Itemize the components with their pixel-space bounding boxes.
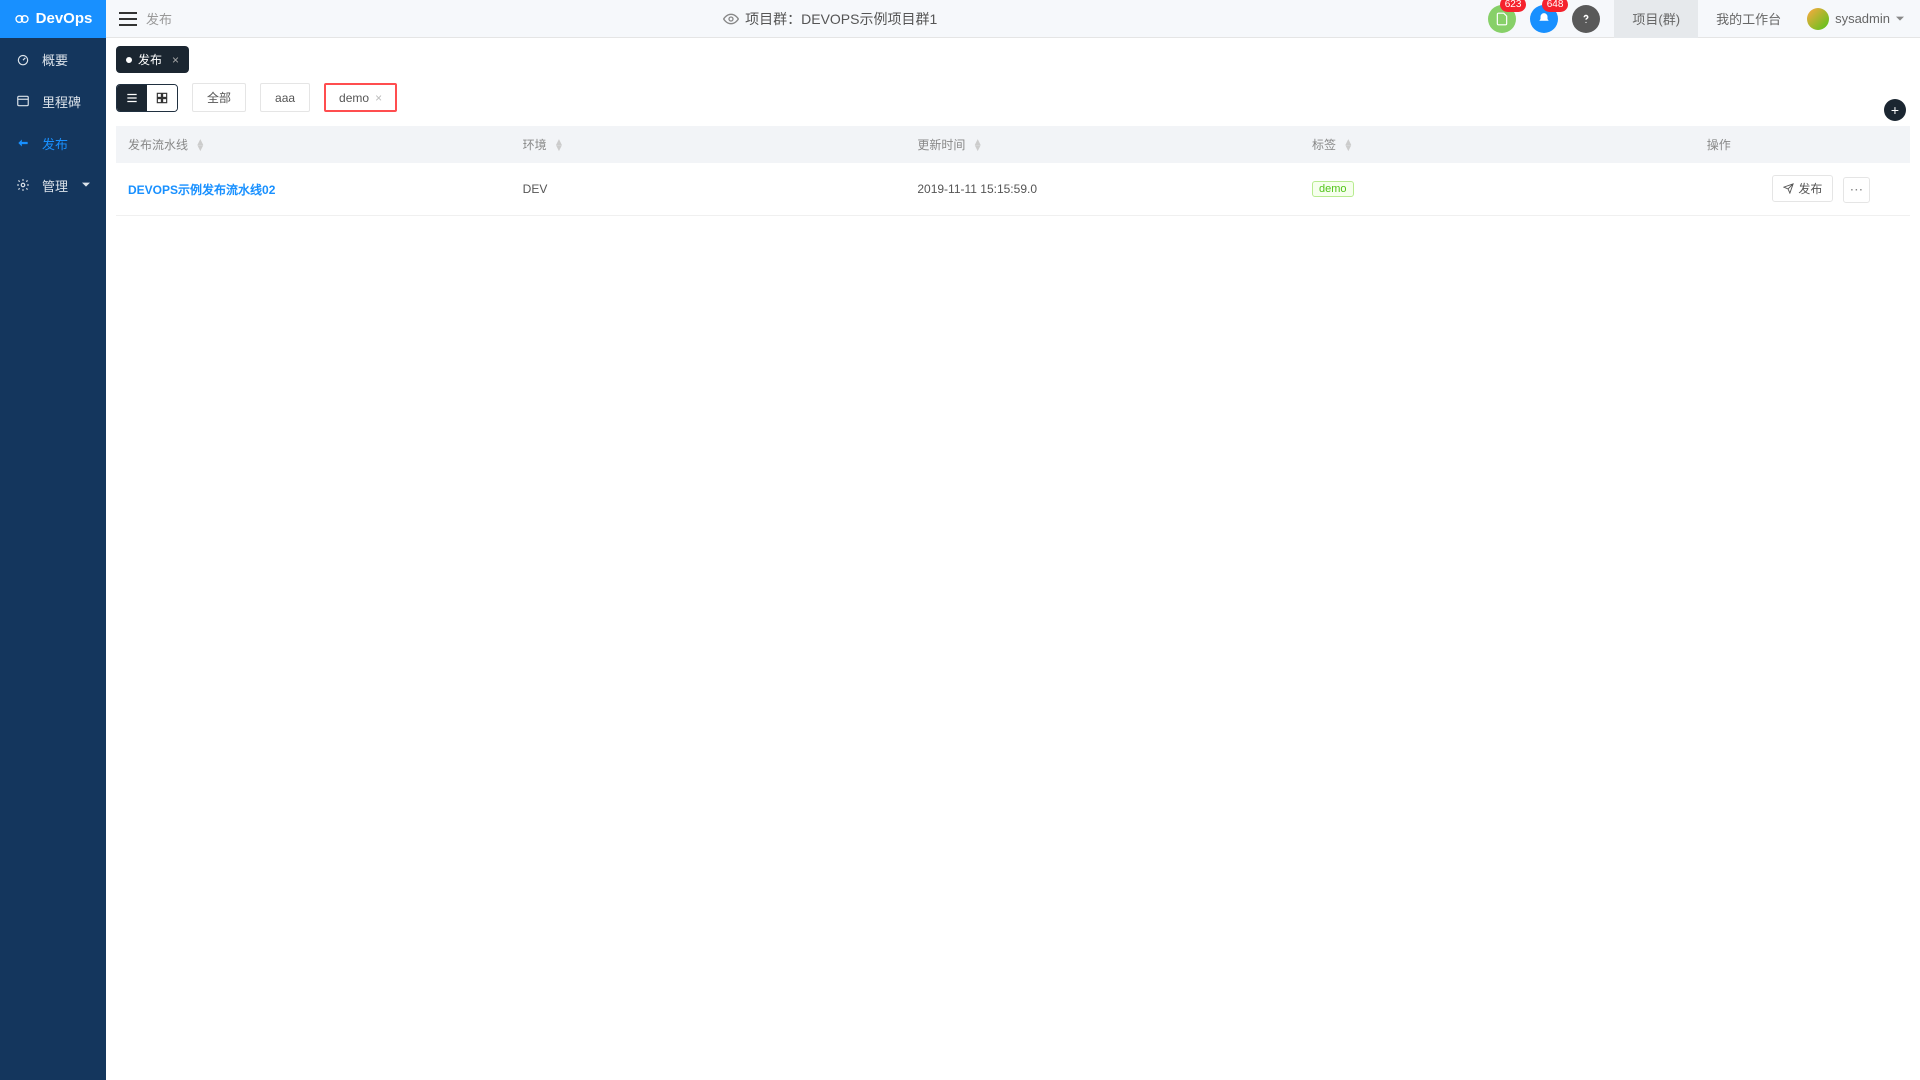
username: sysadmin xyxy=(1835,11,1890,26)
sidebar-item-release[interactable]: 发布 xyxy=(0,122,106,164)
close-icon[interactable]: × xyxy=(375,91,382,105)
table-row: DEVOPS示例发布流水线02 DEV 2019-11-11 15:15:59.… xyxy=(116,163,1910,216)
sidebar-item-milestone[interactable]: 里程碑 xyxy=(0,80,106,122)
milestone-icon xyxy=(16,94,30,108)
filter-all[interactable]: 全部 xyxy=(192,83,246,112)
page-tabs: 发布 × xyxy=(106,38,1920,73)
more-button[interactable]: ⋯ xyxy=(1843,177,1870,203)
pipeline-table: 发布流水线 ▲▼ 环境 ▲▼ 更新时间 ▲▼ 标签 xyxy=(116,126,1910,216)
sidebar-label: 管理 xyxy=(42,176,68,195)
chevron-down-icon xyxy=(82,181,90,189)
card-view-button[interactable] xyxy=(147,85,177,111)
tag-badge: demo xyxy=(1312,181,1354,197)
breadcrumb: 发布 xyxy=(146,9,172,28)
filter-demo[interactable]: demo × xyxy=(324,83,397,112)
sidebar-item-overview[interactable]: 概要 xyxy=(0,38,106,80)
user-menu[interactable]: sysadmin xyxy=(1799,8,1912,30)
header-right: 623 648 项目(群) 我的工作台 sysadmin xyxy=(1488,0,1920,38)
add-button[interactable]: + xyxy=(1884,99,1906,121)
help-button[interactable] xyxy=(1572,5,1600,33)
sidebar-label: 概要 xyxy=(42,50,68,69)
view-toggle xyxy=(116,84,178,112)
sort-icon: ▲▼ xyxy=(554,140,564,152)
nav-workbench[interactable]: 我的工作台 xyxy=(1698,0,1799,38)
badge-count-docs: 623 xyxy=(1500,0,1527,12)
devops-logo-icon xyxy=(14,11,30,27)
pipeline-link[interactable]: DEVOPS示例发布流水线02 xyxy=(128,183,275,197)
sidebar: 概要 里程碑 发布 管理 xyxy=(0,38,106,1080)
page-tab-release[interactable]: 发布 × xyxy=(116,46,189,73)
th-env[interactable]: 环境 ▲▼ xyxy=(511,126,906,163)
th-tag[interactable]: 标签 ▲▼ xyxy=(1300,126,1695,163)
release-icon xyxy=(16,136,30,150)
eye-icon xyxy=(723,11,739,27)
sidebar-item-manage[interactable]: 管理 xyxy=(0,164,106,206)
table-wrap: 发布流水线 ▲▼ 环境 ▲▼ 更新时间 ▲▼ 标签 xyxy=(106,112,1920,216)
main-content: 发布 × 全部 aaa demo xyxy=(106,38,1920,1080)
publish-button[interactable]: 发布 xyxy=(1772,175,1833,202)
dashboard-icon xyxy=(16,52,30,66)
project-title: 项目群：DEVOPS示例项目群1 xyxy=(745,9,937,29)
page-tab-label: 发布 xyxy=(138,51,162,68)
sidebar-label: 发布 xyxy=(42,134,68,153)
list-view-button[interactable] xyxy=(117,85,147,111)
cell-time: 2019-11-11 15:15:59.0 xyxy=(905,163,1300,216)
sort-icon: ▲▼ xyxy=(195,140,205,152)
chevron-down-icon xyxy=(1896,15,1904,23)
notification-bell[interactable]: 648 xyxy=(1530,5,1558,33)
badge-count-bell: 648 xyxy=(1542,0,1569,12)
sidebar-label: 里程碑 xyxy=(42,92,81,111)
sort-icon: ▲▼ xyxy=(973,140,983,152)
th-time[interactable]: 更新时间 ▲▼ xyxy=(905,126,1300,163)
logo[interactable]: DevOps xyxy=(0,0,106,38)
notification-docs[interactable]: 623 xyxy=(1488,5,1516,33)
logo-text: DevOps xyxy=(36,10,93,27)
toolbar: 全部 aaa demo × + xyxy=(106,73,1920,112)
nav-project[interactable]: 项目(群) xyxy=(1614,0,1698,38)
filter-aaa[interactable]: aaa xyxy=(260,83,310,112)
sort-icon: ▲▼ xyxy=(1343,140,1353,152)
more-icon: ⋯ xyxy=(1850,182,1863,197)
th-pipeline[interactable]: 发布流水线 ▲▼ xyxy=(116,126,511,163)
send-icon xyxy=(1783,183,1794,194)
status-dot-icon xyxy=(126,57,132,63)
th-action: 操作 xyxy=(1695,126,1910,163)
avatar xyxy=(1807,8,1829,30)
filter-tabs: 全部 aaa demo × xyxy=(192,83,397,112)
menu-toggle[interactable] xyxy=(116,0,140,38)
close-icon[interactable]: × xyxy=(172,53,179,67)
table-header-row: 发布流水线 ▲▼ 环境 ▲▼ 更新时间 ▲▼ 标签 xyxy=(116,126,1910,163)
top-header: DevOps 发布 项目群：DEVOPS示例项目群1 623 648 项目(群)… xyxy=(0,0,1920,38)
project-title-area: 项目群：DEVOPS示例项目群1 xyxy=(172,9,1488,29)
gear-icon xyxy=(16,178,30,192)
cell-env: DEV xyxy=(511,163,906,216)
